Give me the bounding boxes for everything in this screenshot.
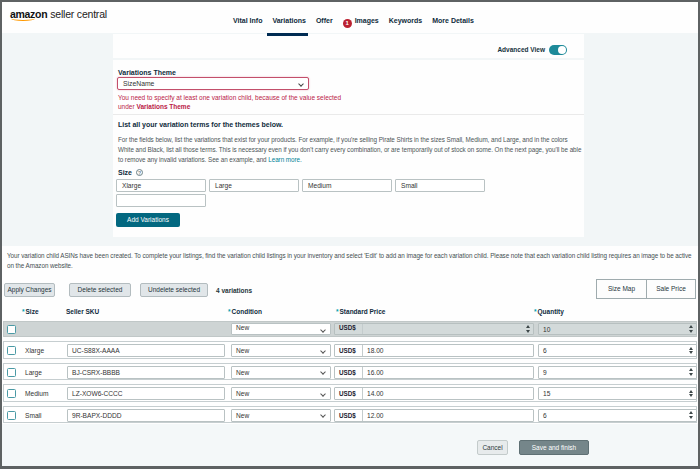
row-size-label: Large bbox=[25, 369, 42, 376]
size-input-empty[interactable] bbox=[116, 194, 206, 207]
tab-images-label: Images bbox=[355, 17, 379, 24]
variation-count: 4 variations bbox=[216, 287, 252, 294]
theme-error-line2: under Variations Theme bbox=[118, 103, 190, 110]
row-quantity-field[interactable]: 6 bbox=[538, 344, 697, 357]
advanced-view-toggle[interactable] bbox=[549, 45, 567, 55]
row-quantity-field[interactable]: 6 bbox=[538, 409, 697, 422]
section-divider bbox=[113, 114, 584, 115]
row-size-label: Xlarge bbox=[25, 347, 44, 354]
size-label: Size bbox=[118, 169, 132, 176]
row-checkbox[interactable] bbox=[7, 411, 16, 420]
tab-keywords[interactable]: Keywords bbox=[384, 2, 427, 33]
row-price-field[interactable]: USD$16.00 bbox=[334, 366, 534, 379]
row-price-field[interactable]: USD$18.00 bbox=[334, 344, 534, 357]
bulk-price-stepper[interactable] bbox=[526, 324, 530, 334]
row-checkbox[interactable] bbox=[7, 368, 16, 377]
row-sku-input[interactable]: BJ-CSRX-BBBB bbox=[67, 366, 225, 379]
amazon-smile-icon bbox=[11, 16, 35, 21]
bulk-condition-select[interactable]: New⌄ bbox=[231, 323, 331, 335]
learn-more-link[interactable]: Learn more. bbox=[268, 156, 301, 163]
row-condition-select[interactable]: New⌄ bbox=[231, 344, 331, 357]
row-quantity-stepper[interactable] bbox=[689, 410, 693, 421]
size-input-2[interactable]: Large bbox=[209, 179, 299, 192]
variation-row-xlarge: Xlarge UC-S88X-AAAA New⌄ USD$18.00 6 bbox=[3, 341, 697, 359]
sale-price-button[interactable]: Sale Price bbox=[646, 279, 696, 299]
row-quantity-stepper[interactable] bbox=[689, 388, 693, 399]
tab-offer[interactable]: Offer bbox=[311, 2, 338, 33]
tab-vital-info[interactable]: Vital Info bbox=[228, 2, 267, 33]
footer-bar: Cancel Save and finish bbox=[2, 424, 698, 466]
table-header: *Size Seller SKU *Condition *Standard Pr… bbox=[2, 308, 698, 320]
col-quantity: *Quantity bbox=[534, 308, 564, 315]
size-label-row: Size? bbox=[118, 169, 143, 176]
row-checkbox[interactable] bbox=[7, 346, 16, 355]
variations-list-section: Your variation child ASINs have been cre… bbox=[2, 246, 698, 426]
row-size-label: Small bbox=[25, 412, 42, 419]
size-inputs: Xlarge Large Medium Small bbox=[116, 179, 485, 192]
size-map-button[interactable]: Size Map bbox=[596, 279, 646, 299]
page: amazon seller central Vital Info Variati… bbox=[0, 0, 700, 469]
variations-theme-label: Variations Theme bbox=[118, 69, 176, 76]
row-condition-select[interactable]: New⌄ bbox=[231, 366, 331, 379]
advanced-view-bar: Advanced View bbox=[113, 34, 584, 58]
row-quantity-field[interactable]: 15 bbox=[538, 387, 697, 400]
variation-row-large: Large BJ-CSRX-BBBB New⌄ USD$16.00 9 bbox=[3, 363, 697, 381]
images-error-badge: 1 bbox=[343, 19, 352, 28]
tab-images[interactable]: 1Images bbox=[338, 2, 384, 33]
row-checkbox[interactable] bbox=[7, 389, 16, 398]
variations-theme-value: SizeName bbox=[123, 80, 154, 87]
bulk-edit-row: New⌄ USD$ 10 bbox=[3, 321, 697, 337]
row-size-label: Medium bbox=[25, 390, 48, 397]
header: amazon seller central Vital Info Variati… bbox=[2, 2, 698, 33]
row-price-field[interactable]: USD$14.00 bbox=[334, 387, 534, 400]
theme-error-line1: You need to specify at least one variati… bbox=[118, 94, 341, 101]
row-sku-input[interactable]: LZ-XOW6-CCCC bbox=[67, 387, 225, 400]
terms-title: List all your variation terms for the th… bbox=[118, 121, 283, 128]
variations-card: Variations Theme SizeName ⌄ You need to s… bbox=[113, 60, 584, 237]
size-input-3[interactable]: Medium bbox=[302, 179, 392, 192]
tab-variations[interactable]: Variations bbox=[267, 2, 310, 33]
bulk-quantity-stepper[interactable] bbox=[689, 324, 693, 334]
price-toggle-group: Size Map Sale Price bbox=[596, 279, 696, 299]
help-icon[interactable]: ? bbox=[136, 169, 143, 176]
tab-bar: Vital Info Variations Offer 1Images Keyw… bbox=[228, 2, 479, 33]
advanced-view-label: Advanced View bbox=[497, 46, 545, 53]
col-price: *Standard Price bbox=[336, 308, 385, 315]
asin-notice: Your variation child ASINs have been cre… bbox=[7, 251, 696, 270]
row-price-field[interactable]: USD$12.00 bbox=[334, 409, 534, 422]
bulk-price-field[interactable]: USD$ bbox=[334, 323, 534, 335]
cancel-button[interactable]: Cancel bbox=[477, 440, 508, 455]
col-condition: *Condition bbox=[228, 308, 262, 315]
tab-more-details[interactable]: More Details bbox=[427, 2, 479, 33]
active-tab-underline bbox=[267, 33, 308, 36]
size-input-1[interactable]: Xlarge bbox=[116, 179, 206, 192]
row-quantity-stepper[interactable] bbox=[689, 345, 693, 356]
size-input-4[interactable]: Small bbox=[395, 179, 485, 192]
toggle-knob bbox=[558, 46, 566, 54]
save-and-finish-button[interactable]: Save and finish bbox=[519, 440, 589, 455]
undelete-selected-button[interactable]: Undelete selected bbox=[140, 283, 208, 297]
row-condition-select[interactable]: New⌄ bbox=[231, 387, 331, 400]
variations-theme-select[interactable]: SizeName ⌄ bbox=[117, 77, 309, 90]
row-sku-input[interactable]: 9R-BAPX-DDDD bbox=[67, 409, 225, 422]
row-sku-input[interactable]: UC-S88X-AAAA bbox=[67, 344, 225, 357]
chevron-down-icon: ⌄ bbox=[298, 81, 304, 87]
delete-selected-button[interactable]: Delete selected bbox=[69, 283, 131, 297]
variation-row-medium: Medium LZ-XOW6-CCCC New⌄ USD$14.00 15 bbox=[3, 384, 697, 402]
col-sku: Seller SKU bbox=[66, 308, 99, 315]
row-quantity-stepper[interactable] bbox=[689, 367, 693, 378]
col-size: *Size bbox=[22, 308, 39, 315]
bulk-checkbox[interactable] bbox=[7, 325, 16, 334]
variation-row-small: Small 9R-BAPX-DDDD New⌄ USD$12.00 6 bbox=[3, 406, 697, 424]
add-variations-button[interactable]: Add Variations bbox=[116, 213, 180, 227]
logo-seller-central: seller central bbox=[50, 8, 107, 20]
apply-changes-button[interactable]: Apply Changes bbox=[4, 283, 55, 297]
terms-description: For the fields below, list the variation… bbox=[118, 135, 584, 164]
toolbar: Apply Changes Delete selected Undelete s… bbox=[4, 281, 696, 301]
row-quantity-field[interactable]: 9 bbox=[538, 366, 697, 379]
bulk-quantity-field[interactable]: 10 bbox=[538, 323, 697, 335]
row-condition-select[interactable]: New⌄ bbox=[231, 409, 331, 422]
